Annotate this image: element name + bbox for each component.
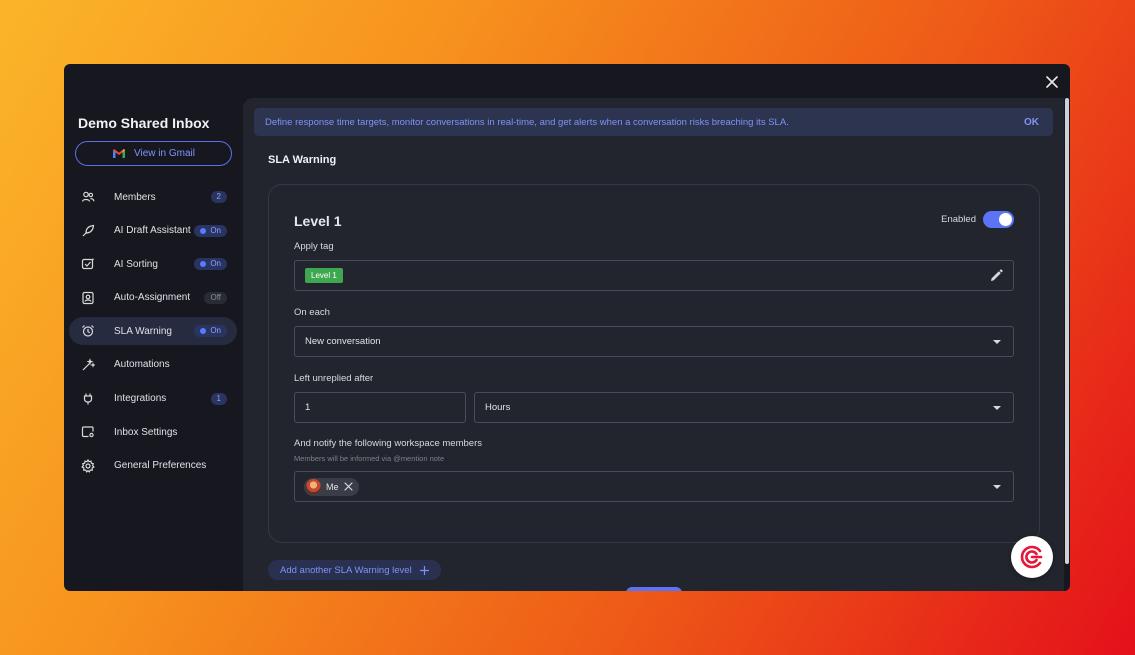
sidebar-item-label: Integrations: [114, 393, 167, 405]
inbox-sparkle-icon: [81, 257, 95, 271]
enabled-toggle-group: Enabled: [941, 211, 1014, 228]
sidebar-item-ai-draft-assistant[interactable]: AI Draft Assistant On: [69, 217, 237, 245]
toggle-knob: [999, 213, 1012, 226]
scroll-thumb[interactable]: [1065, 98, 1069, 564]
status-badge: On: [194, 224, 227, 237]
leaf-pen-icon: [81, 224, 95, 238]
tag-chip: Level 1: [305, 268, 343, 283]
magic-wand-icon: [81, 358, 95, 372]
settings-modal: Demo Shared Inbox View in Gmail Members: [64, 64, 1070, 591]
sidebar-item-sla-warning[interactable]: SLA Warning On: [69, 317, 237, 346]
notify-members-select[interactable]: Me: [294, 471, 1014, 502]
people-icon: [81, 190, 95, 204]
sidebar-item-label: Inbox Settings: [114, 426, 178, 438]
member-chip-label: Me: [326, 481, 339, 492]
sidebar-item-general-preferences[interactable]: General Preferences: [69, 452, 237, 480]
add-sla-level-label: Add another SLA Warning level: [280, 564, 412, 576]
unreplied-unit-value: Hours: [485, 402, 511, 413]
remove-member-icon[interactable]: [343, 482, 353, 491]
close-icon: [1046, 76, 1058, 88]
notify-label: And notify the following workspace membe…: [294, 438, 482, 449]
info-banner: Define response time targets, monitor co…: [254, 108, 1053, 136]
enabled-toggle[interactable]: [983, 211, 1014, 228]
apply-tag-field[interactable]: Level 1: [294, 260, 1014, 291]
status-badge: On: [194, 325, 227, 338]
sla-level-card: Level 1 Enabled Apply tag Level 1 On eac…: [268, 184, 1040, 543]
sidebar-item-members[interactable]: Members 2: [69, 183, 237, 211]
content-panel: Define response time targets, monitor co…: [243, 98, 1064, 591]
on-each-label: On each: [294, 307, 330, 318]
plug-icon: [81, 392, 95, 406]
unreplied-amount-value: 1: [305, 402, 311, 413]
sidebar-item-label: Automations: [114, 359, 170, 371]
status-dot: [200, 227, 207, 234]
status-badge-label: On: [210, 326, 221, 336]
sidebar-item-integrations[interactable]: Integrations 1: [69, 385, 237, 413]
unreplied-amount-input[interactable]: 1: [294, 392, 466, 423]
sidebar-item-label: Auto-Assignment: [114, 292, 191, 304]
section-title: SLA Warning: [268, 154, 337, 166]
brand-logo-button[interactable]: [1011, 536, 1053, 578]
alarm-clock-icon: [81, 324, 95, 338]
sidebar-item-label: Members: [114, 191, 156, 203]
view-in-gmail-button[interactable]: View in Gmail: [75, 141, 232, 166]
gear-icon: [81, 458, 95, 473]
status-badge: Off: [204, 291, 227, 304]
chevron-down-icon: [993, 406, 1001, 410]
gmail-icon: [113, 149, 126, 158]
user-badge-icon: [81, 291, 95, 305]
close-button[interactable]: [1042, 72, 1062, 92]
info-banner-text: Define response time targets, monitor co…: [265, 116, 789, 128]
scrollbar[interactable]: [1064, 98, 1070, 591]
apply-tag-label: Apply tag: [294, 241, 334, 252]
save-button[interactable]: [626, 587, 682, 591]
member-chip: Me: [304, 477, 359, 496]
members-count-badge: 2: [210, 191, 227, 203]
enabled-label: Enabled: [941, 214, 976, 225]
sidebar-item-ai-sorting[interactable]: AI Sorting On: [69, 250, 237, 278]
sidebar-item-label: General Preferences: [114, 460, 207, 472]
integrations-count-badge: 1: [210, 392, 227, 405]
unreplied-label: Left unreplied after: [294, 373, 374, 384]
status-badge-label: On: [210, 225, 221, 235]
chevron-down-icon: [993, 485, 1001, 489]
status-badge: On: [194, 258, 227, 271]
status-dot: [200, 328, 207, 335]
sidebar-item-label: AI Sorting: [114, 258, 158, 270]
on-each-select[interactable]: New conversation: [294, 326, 1014, 357]
notify-sub-label: Members will be informed via @mention no…: [294, 454, 445, 463]
pencil-icon[interactable]: [988, 268, 1004, 284]
sidebar-nav: Members 2 AI Draft Assistant On AI Sorti…: [69, 183, 237, 485]
view-in-gmail-label: View in Gmail: [134, 148, 195, 159]
sidebar-item-auto-assignment[interactable]: Auto-Assignment Off: [69, 284, 237, 312]
status-dot: [200, 261, 207, 268]
sidebar-item-label: SLA Warning: [114, 325, 172, 337]
banner-ok-button[interactable]: OK: [1024, 117, 1039, 128]
sidebar-item-automations[interactable]: Automations: [69, 351, 237, 379]
inbox-title: Demo Shared Inbox: [78, 115, 210, 131]
chevron-down-icon: [993, 340, 1001, 344]
level-title: Level 1: [294, 213, 342, 229]
brand-logo-icon: [1020, 545, 1043, 569]
plus-icon: [419, 565, 429, 575]
avatar: [306, 479, 321, 494]
inbox-gear-icon: [81, 425, 95, 439]
sidebar-item-inbox-settings[interactable]: Inbox Settings: [69, 418, 237, 446]
on-each-value: New conversation: [305, 336, 381, 347]
status-badge-label: On: [210, 259, 221, 269]
unreplied-unit-select[interactable]: Hours: [474, 392, 1014, 423]
sidebar: Demo Shared Inbox View in Gmail Members: [64, 64, 243, 591]
sidebar-item-label: AI Draft Assistant: [114, 225, 191, 237]
add-sla-level-button[interactable]: Add another SLA Warning level: [268, 560, 441, 580]
